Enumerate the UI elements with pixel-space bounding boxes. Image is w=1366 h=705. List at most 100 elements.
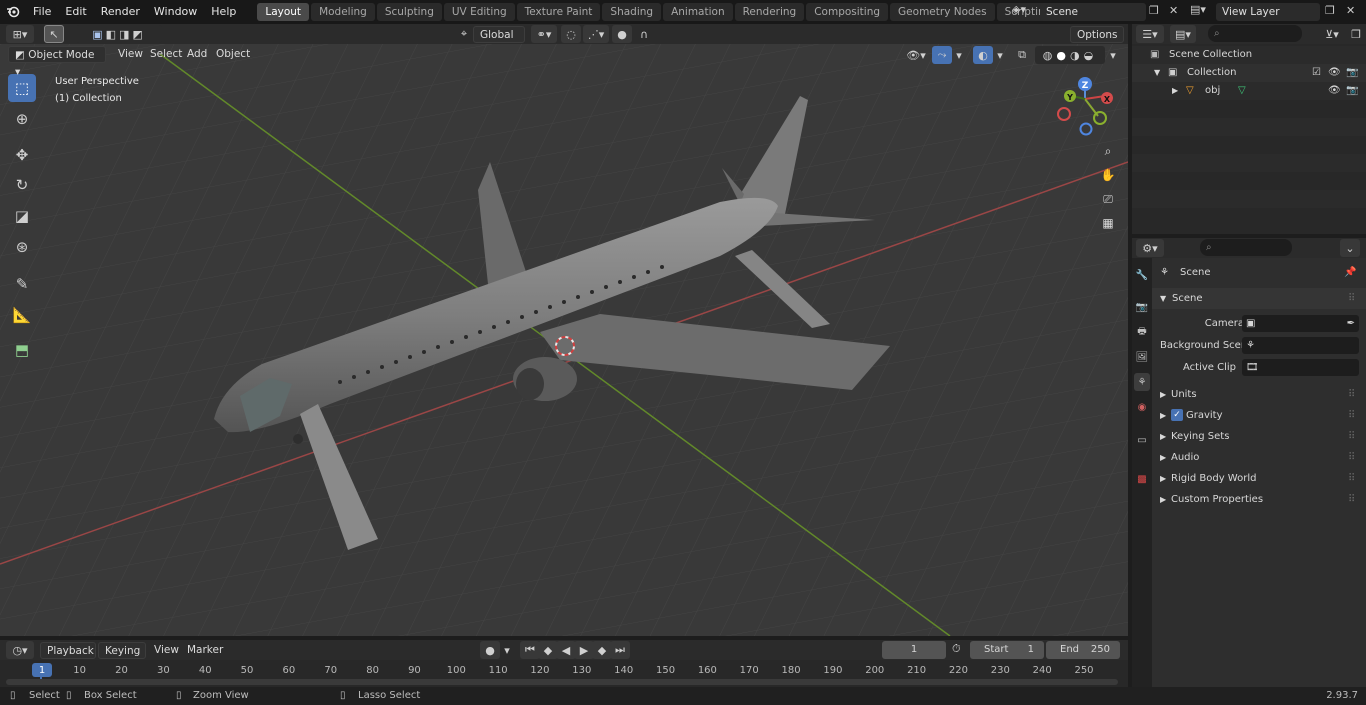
drag-handle-icon[interactable]: ⠿ (1348, 426, 1355, 447)
output-tab-icon[interactable]: 🖶 (1134, 323, 1150, 341)
background-scene-field[interactable]: ⚘ (1242, 337, 1359, 354)
jump-end-icon[interactable]: ⏭ (610, 641, 630, 659)
viewport-menu-object[interactable]: Object (210, 46, 256, 63)
perspective-toggle-icon[interactable]: ▦ (1098, 216, 1118, 236)
keyframe-options-icon[interactable]: ▾ (500, 641, 514, 659)
add-cube-tool-icon[interactable]: ⬒ (8, 336, 36, 364)
prev-keyframe-icon[interactable]: ◆ (538, 641, 558, 659)
scene-name-field[interactable]: Scene (1040, 3, 1146, 21)
proportional-edit-icon[interactable]: ● (612, 25, 632, 43)
shading-dropdown-icon[interactable]: ▾ (1106, 46, 1120, 64)
menu-window[interactable]: Window (147, 0, 204, 24)
next-keyframe-icon[interactable]: ◆ (592, 641, 612, 659)
workspace-tab-texture-paint[interactable]: Texture Paint (516, 3, 601, 21)
blender-logo-icon[interactable] (0, 0, 26, 24)
gizmo-dropdown-icon[interactable]: ▾ (952, 46, 966, 64)
cursor-tool-icon[interactable]: ⊕ (8, 105, 36, 133)
snap-target-icon[interactable]: ⋰▾ (583, 25, 609, 43)
active-clip-field[interactable]: 🎞 (1242, 359, 1359, 376)
outliner-editor-type-icon[interactable]: ☰▾ (1136, 25, 1164, 43)
menu-edit[interactable]: Edit (58, 0, 93, 24)
gizmo-toggle-icon[interactable]: ⤳ (932, 46, 952, 64)
pivot-point-icon[interactable]: ⚭▾ (531, 25, 557, 43)
texture-tab-icon[interactable]: ▩ (1134, 470, 1150, 488)
camera-field[interactable]: ▣ ✒ (1242, 315, 1359, 332)
collection-checkbox-icon[interactable]: ☑ (1312, 64, 1321, 82)
snap-toggle-icon[interactable]: ◌ (561, 25, 581, 43)
xray-toggle-icon[interactable]: ⧉ (1012, 46, 1032, 64)
menu-render[interactable]: Render (94, 0, 147, 24)
timeline-menu-marker[interactable]: Marker (181, 642, 229, 659)
start-frame-field[interactable]: Start 1 (970, 641, 1044, 659)
display-mode-icon[interactable]: ▤▾ (1170, 25, 1196, 43)
section-audio[interactable]: ▶ Audio ⠿ (1152, 447, 1366, 468)
scene-tab-icon[interactable]: ⚘ (1134, 373, 1150, 391)
drag-handle-icon[interactable]: ⠿ (1348, 405, 1355, 426)
scene-panel-header[interactable]: ▼ Scene ⠿ (1152, 288, 1366, 309)
obj-eye-icon[interactable]: 👁 (1328, 82, 1341, 100)
workspace-tab-sculpting[interactable]: Sculpting (376, 3, 442, 21)
outliner-search-input[interactable]: ⌕ (1208, 25, 1302, 42)
workspace-tab-rendering[interactable]: Rendering (734, 3, 805, 21)
section-units[interactable]: ▶ Units ⠿ (1152, 384, 1366, 405)
collection-camera-icon[interactable]: 📷 (1346, 64, 1358, 82)
drag-handle-icon[interactable]: ⠿ (1348, 384, 1355, 405)
properties-search-input[interactable]: ⌕ (1200, 239, 1292, 256)
measure-tool-icon[interactable]: 📐 (8, 301, 36, 329)
outliner-row-obj[interactable]: ▶ ▽ obj ▽ 👁 📷 (1132, 82, 1366, 100)
falloff-icon[interactable]: ∩ (634, 25, 654, 43)
viewport-menu-add[interactable]: Add (181, 46, 213, 63)
timeline-menu-view[interactable]: View (148, 642, 185, 659)
view-layer-tab-icon[interactable]: 🖼 (1134, 348, 1150, 366)
workspace-tab-shading[interactable]: Shading (602, 3, 662, 21)
options-dropdown[interactable]: Options (1070, 26, 1124, 43)
pin-icon[interactable]: 📌 (1344, 262, 1356, 283)
workspace-tab-compositing[interactable]: Compositing (806, 3, 889, 21)
delete-view-layer-icon[interactable]: ✕ (1346, 4, 1355, 17)
new-view-layer-icon[interactable]: ❐ (1325, 4, 1335, 17)
view-layer-icon[interactable]: ▤▾ (1190, 3, 1206, 16)
properties-options-icon[interactable]: ⌄ (1340, 239, 1360, 257)
overlays-toggle-icon[interactable]: ◐ (973, 46, 993, 64)
select-tool-icon[interactable]: ↖ (44, 25, 64, 43)
editor-type-icon[interactable]: ⊞▾ (6, 25, 34, 43)
workspace-tab-uv-editing[interactable]: UV Editing (443, 3, 515, 21)
section-keying-sets[interactable]: ▶ Keying Sets ⠿ (1152, 426, 1366, 447)
menu-help[interactable]: Help (204, 0, 243, 24)
end-frame-field[interactable]: End 250 (1046, 641, 1120, 659)
menu-file[interactable]: File (26, 0, 58, 24)
collection-tab-icon[interactable]: ▭ (1134, 431, 1150, 449)
annotate-tool-icon[interactable]: ✎ (8, 270, 36, 298)
drag-handle-icon[interactable]: ⠿ (1348, 468, 1355, 489)
pan-hand-icon[interactable]: ✋ (1098, 168, 1118, 188)
jump-start-icon[interactable]: ⏮ (520, 641, 540, 659)
overlays-dropdown-icon[interactable]: ▾ (993, 46, 1007, 64)
drag-handle-icon[interactable]: ⠿ (1348, 288, 1355, 309)
new-scene-icon[interactable]: ❐ (1149, 4, 1159, 17)
properties-editor-type-icon[interactable]: ⚙▾ (1136, 239, 1164, 257)
scene-selector-icon[interactable]: ◈▾ (1012, 3, 1038, 21)
workspace-tab-layout[interactable]: Layout (257, 3, 310, 21)
gravity-checkbox[interactable]: ✓ (1171, 409, 1183, 421)
tool-tab-icon[interactable]: 🔧 (1134, 266, 1150, 284)
3d-viewport[interactable]: Z Y X User Perspective (1) Collection ⌕ … (0, 44, 1128, 636)
drag-handle-icon[interactable]: ⠿ (1348, 489, 1355, 510)
keying-menu[interactable]: Keying ▾ (98, 642, 146, 674)
outliner-row-collection[interactable]: ▼ ▣ Collection ☑ 👁 📷 (1132, 64, 1366, 82)
new-collection-icon[interactable]: ❐ (1348, 25, 1364, 43)
stopwatch-icon[interactable]: ⏱ (952, 642, 961, 656)
visibility-selectability-icon[interactable]: 👁▾ (903, 46, 929, 64)
world-tab-icon[interactable]: ◉ (1134, 398, 1150, 416)
scale-tool-icon[interactable]: ◪ (8, 202, 36, 230)
camera-view-icon[interactable]: ⎚ (1098, 192, 1118, 212)
play-reverse-icon[interactable]: ◀ (556, 641, 576, 659)
filter-icon[interactable]: ⊻▾ (1318, 25, 1346, 43)
drag-handle-icon[interactable]: ⠿ (1348, 447, 1355, 468)
rotate-tool-icon[interactable]: ↻ (8, 171, 36, 199)
timeline-ruler[interactable]: 1 10 20 30 40 50 60 70 80 90 100 110 120 130 140 150 160… (0, 660, 1128, 687)
view-layer-field[interactable]: View Layer (1216, 3, 1320, 21)
outliner-row-scene-collection[interactable]: ▣ Scene Collection (1132, 46, 1366, 64)
expand-arrow-icon[interactable]: ▼ (1154, 64, 1160, 82)
current-frame-field[interactable]: 1 (882, 641, 946, 659)
transform-orientation-dropdown[interactable]: Global (473, 26, 525, 43)
